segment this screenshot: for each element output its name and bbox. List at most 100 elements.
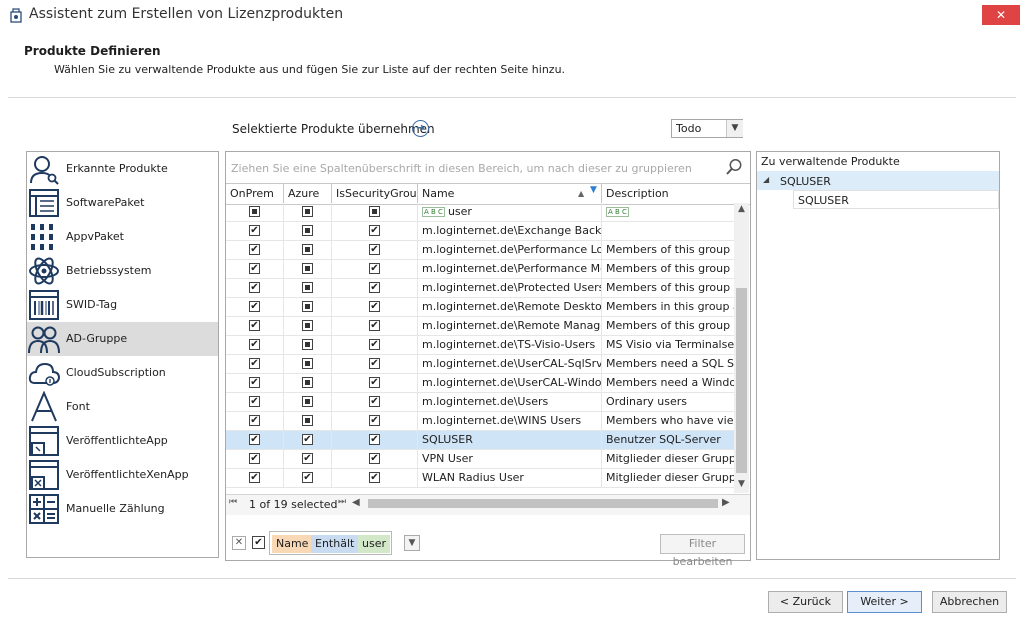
- filter-icon[interactable]: ▼: [590, 184, 597, 200]
- azure-checkbox[interactable]: [302, 301, 313, 312]
- table-row[interactable]: ✔ ✔ m.loginternet.de\Users Ordinary users: [226, 393, 734, 412]
- table-row[interactable]: ✔ ✔ ✔ SQLUSER Benutzer SQL-Server: [226, 431, 734, 450]
- last-record-icon[interactable]: ⏭: [338, 497, 346, 507]
- table-row[interactable]: ✔ ✔ m.loginternet.de\WINS Users Members who…: [226, 412, 734, 431]
- filter-operator[interactable]: Enthält: [311, 535, 359, 553]
- table-row[interactable]: ✔ ✔ m.loginternet.de\Remote Manage... Membe…: [226, 317, 734, 336]
- product-type-item[interactable]: Font: [27, 390, 218, 424]
- cancel-button[interactable]: Abbrechen: [932, 591, 1007, 613]
- onprem-checkbox[interactable]: ✔: [249, 377, 260, 388]
- securitygroup-checkbox[interactable]: ✔: [369, 415, 380, 426]
- securitygroup-checkbox[interactable]: ✔: [369, 225, 380, 236]
- table-row[interactable]: ✔ ✔ m.loginternet.de\UserCAL-SqlSrv Members…: [226, 355, 734, 374]
- product-type-item[interactable]: Erkannte Produkte: [27, 152, 218, 186]
- onprem-checkbox[interactable]: ✔: [249, 282, 260, 293]
- next-button[interactable]: Weiter >: [847, 591, 922, 613]
- onprem-checkbox[interactable]: ✔: [249, 263, 260, 274]
- securitygroup-checkbox[interactable]: ✔: [369, 396, 380, 407]
- table-row[interactable]: ✔ ✔ m.loginternet.de\Performance Log ... Me…: [226, 241, 734, 260]
- table-row[interactable]: ✔ ✔ ✔ WLAN Radius User Mitglieder dieser Gru…: [226, 469, 734, 488]
- column-header-securitygroup[interactable]: IsSecurityGroup: [332, 184, 418, 204]
- azure-checkbox[interactable]: [302, 339, 313, 350]
- column-header-onprem[interactable]: OnPrem: [226, 184, 284, 204]
- edit-filter-button[interactable]: Filter bearbeiten: [660, 534, 745, 568]
- column-header-description[interactable]: Description: [602, 184, 750, 204]
- azure-checkbox[interactable]: [302, 282, 313, 293]
- table-row[interactable]: ✔ ✔ m.loginternet.de\UserCAL-Window... Memb…: [226, 374, 734, 393]
- securitygroup-checkbox[interactable]: ✔: [369, 244, 380, 255]
- onprem-checkbox[interactable]: ✔: [249, 434, 260, 445]
- onprem-checkbox[interactable]: ✔: [249, 244, 260, 255]
- securitygroup-checkbox[interactable]: ✔: [369, 434, 380, 445]
- azure-checkbox[interactable]: [302, 358, 313, 369]
- product-type-item[interactable]: VeröffentlichteApp: [27, 424, 218, 458]
- close-button[interactable]: ✕: [982, 5, 1020, 25]
- onprem-checkbox[interactable]: ✔: [249, 453, 260, 464]
- azure-checkbox[interactable]: ✔: [302, 434, 313, 445]
- filter-azure-checkbox[interactable]: [302, 206, 313, 217]
- group-by-hint[interactable]: Ziehen Sie eine Spaltenüberschrift in di…: [231, 162, 692, 175]
- table-row[interactable]: ✔ ✔ m.loginternet.de\Exchange Backup...: [226, 222, 734, 241]
- filter-value[interactable]: user: [358, 535, 390, 553]
- azure-checkbox[interactable]: ✔: [302, 453, 313, 464]
- product-type-item[interactable]: Betriebssystem: [27, 254, 218, 288]
- first-record-icon[interactable]: ⏮: [229, 497, 237, 507]
- product-type-item[interactable]: SWID-Tag: [27, 288, 218, 322]
- securitygroup-checkbox[interactable]: ✔: [369, 377, 380, 388]
- onprem-checkbox[interactable]: ✔: [249, 301, 260, 312]
- product-type-item[interactable]: SoftwarePaket: [27, 186, 218, 220]
- chevron-down-icon[interactable]: ▼: [726, 120, 743, 137]
- azure-checkbox[interactable]: [302, 320, 313, 331]
- onprem-checkbox[interactable]: ✔: [249, 225, 260, 236]
- azure-checkbox[interactable]: [302, 263, 313, 274]
- securitygroup-checkbox[interactable]: ✔: [369, 472, 380, 483]
- column-header-azure[interactable]: Azure: [284, 184, 332, 204]
- azure-checkbox[interactable]: [302, 415, 313, 426]
- horizontal-scroll-thumb[interactable]: [368, 499, 718, 508]
- onprem-checkbox[interactable]: ✔: [249, 358, 260, 369]
- scroll-right-icon[interactable]: ▶: [722, 497, 730, 508]
- onprem-checkbox[interactable]: ✔: [249, 339, 260, 350]
- filter-name-cell[interactable]: A B Cuser: [418, 203, 602, 222]
- onprem-checkbox[interactable]: ✔: [249, 396, 260, 407]
- securitygroup-checkbox[interactable]: ✔: [369, 263, 380, 274]
- onprem-checkbox[interactable]: ✔: [249, 320, 260, 331]
- collapse-triangle-icon[interactable]: ◢: [763, 175, 769, 184]
- securitygroup-checkbox[interactable]: ✔: [369, 320, 380, 331]
- clear-filter-button[interactable]: ✕: [232, 536, 246, 550]
- enable-filter-checkbox[interactable]: ✔: [252, 536, 265, 549]
- azure-checkbox[interactable]: [302, 244, 313, 255]
- filter-history-chevron-down-icon[interactable]: ▼: [404, 535, 420, 551]
- securitygroup-checkbox[interactable]: ✔: [369, 282, 380, 293]
- apply-selected-button[interactable]: ➜: [412, 120, 429, 137]
- scroll-left-icon[interactable]: ◀: [352, 497, 360, 508]
- product-type-item[interactable]: CloudSubscription: [27, 356, 218, 390]
- table-row[interactable]: ✔ ✔ ✔ VPN User Mitglieder dieser Gruppe d: [226, 450, 734, 469]
- column-header-name[interactable]: Name ▲ ▼: [418, 184, 602, 204]
- table-row[interactable]: ✔ ✔ m.loginternet.de\Performance Mon... Mem…: [226, 260, 734, 279]
- securitygroup-checkbox[interactable]: ✔: [369, 339, 380, 350]
- product-type-item[interactable]: AD-Gruppe: [27, 322, 218, 356]
- onprem-checkbox[interactable]: ✔: [249, 472, 260, 483]
- product-type-item[interactable]: Manuelle Zählung: [27, 492, 218, 526]
- product-type-item[interactable]: AppvPaket: [27, 220, 218, 254]
- scroll-down-icon[interactable]: ▼: [734, 479, 749, 493]
- product-type-item[interactable]: VeröffentlichteXenApp: [27, 458, 218, 492]
- back-button[interactable]: < Zurück: [768, 591, 843, 613]
- vertical-scroll-thumb[interactable]: [736, 288, 747, 473]
- securitygroup-checkbox[interactable]: ✔: [369, 301, 380, 312]
- azure-checkbox[interactable]: [302, 396, 313, 407]
- filter-field[interactable]: Name: [272, 535, 313, 553]
- onprem-checkbox[interactable]: ✔: [249, 415, 260, 426]
- filter-securitygroup-checkbox[interactable]: [369, 206, 380, 217]
- scroll-up-icon[interactable]: ▲: [734, 204, 749, 218]
- azure-checkbox[interactable]: [302, 377, 313, 388]
- azure-checkbox[interactable]: ✔: [302, 472, 313, 483]
- securitygroup-checkbox[interactable]: ✔: [369, 358, 380, 369]
- filter-description-cell[interactable]: A B C: [602, 203, 734, 222]
- table-row[interactable]: ✔ ✔ m.loginternet.de\TS-Visio-Users MS Visi…: [226, 336, 734, 355]
- filter-onprem-checkbox[interactable]: [249, 206, 260, 217]
- search-icon[interactable]: [725, 158, 743, 176]
- azure-checkbox[interactable]: [302, 225, 313, 236]
- securitygroup-checkbox[interactable]: ✔: [369, 453, 380, 464]
